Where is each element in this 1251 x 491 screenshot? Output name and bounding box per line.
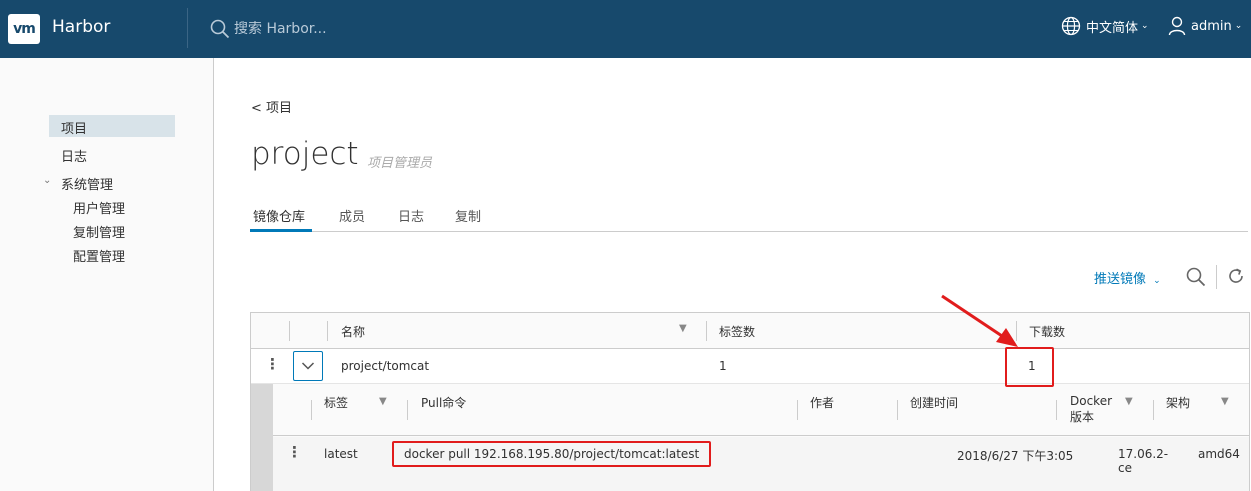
- column-separator: [897, 400, 898, 420]
- tabs-divider: [250, 231, 1248, 232]
- chevron-down-icon: [301, 362, 315, 370]
- search-icon: [210, 19, 230, 39]
- column-header-tag[interactable]: 标签: [324, 394, 348, 411]
- language-switcher[interactable]: 中文简体 ⌄: [1061, 16, 1149, 36]
- chevron-down-icon: ⌄: [1141, 21, 1149, 31]
- back-to-projects-link[interactable]: < 项目: [251, 97, 292, 116]
- tag-table-header: 标签 ▼ Pull命令 作者 创建时间 Docker 版本 ▼ 架构 ▼: [273, 384, 1249, 436]
- sidebar: 项目 日志 ⌄ 系统管理 用户管理 复制管理 配置管理: [0, 58, 214, 491]
- annotation-arrow-icon: [941, 294, 1018, 347]
- global-search: [210, 17, 434, 41]
- column-separator: [1153, 400, 1154, 420]
- column-separator: [289, 321, 290, 341]
- column-separator: [797, 400, 798, 420]
- globe-icon: [1061, 16, 1081, 36]
- tag-count: 1: [719, 359, 727, 373]
- filter-icon[interactable]: ▼: [1221, 396, 1229, 407]
- column-separator: [327, 321, 328, 341]
- search-input[interactable]: [234, 21, 434, 37]
- user-icon: [1168, 16, 1186, 36]
- tab-logs[interactable]: 日志: [398, 206, 424, 225]
- sidebar-item-replication[interactable]: 复制管理: [73, 222, 125, 241]
- table-row[interactable]: ⋮ project/tomcat 1 1: [251, 349, 1249, 384]
- app-brand[interactable]: Harbor: [52, 17, 110, 37]
- pull-count-highlight-box: [1005, 347, 1054, 387]
- tag-subtable-container: 标签 ▼ Pull命令 作者 创建时间 Docker 版本 ▼ 架构 ▼ ⋮ l…: [251, 384, 1249, 491]
- sidebar-item-configuration[interactable]: 配置管理: [73, 246, 125, 265]
- filter-icon[interactable]: ▼: [1125, 396, 1133, 407]
- sidebar-item-users[interactable]: 用户管理: [73, 198, 125, 217]
- docker-version-suffix: ce: [1118, 461, 1132, 475]
- active-tab-indicator: [250, 229, 312, 232]
- expand-row-button[interactable]: [293, 351, 323, 381]
- push-image-label: 推送镜像: [1094, 272, 1147, 287]
- top-header: vm Harbor 中文简体 ⌄ admin ⌄: [0, 0, 1251, 58]
- column-header-name[interactable]: 名称: [341, 323, 365, 340]
- refresh-icon[interactable]: [1227, 267, 1245, 285]
- column-header-version[interactable]: 版本: [1070, 408, 1094, 425]
- row-actions-icon[interactable]: ⋮: [287, 443, 302, 461]
- column-separator: [706, 321, 707, 341]
- pull-command-highlight-box: [392, 441, 711, 467]
- vmware-logo[interactable]: vm: [8, 14, 40, 44]
- column-separator: [1056, 400, 1057, 420]
- sidebar-item-logs[interactable]: 日志: [61, 146, 87, 165]
- column-header-author[interactable]: 作者: [810, 394, 834, 411]
- docker-version: 17.06.2-: [1118, 447, 1169, 461]
- architecture: amd64: [1198, 447, 1240, 461]
- filter-icon[interactable]: ▼: [379, 396, 387, 407]
- tab-repositories[interactable]: 镜像仓库: [253, 206, 305, 225]
- column-header-pull-command[interactable]: Pull命令: [421, 394, 466, 411]
- chevron-down-icon: ⌄: [1234, 21, 1243, 31]
- tag-subtable: 标签 ▼ Pull命令 作者 创建时间 Docker 版本 ▼ 架构 ▼ ⋮ l…: [273, 384, 1249, 491]
- header-divider: [187, 8, 188, 48]
- created-time: 2018/6/27 下午3:05: [957, 449, 1074, 463]
- column-header-tags[interactable]: 标签数: [719, 323, 755, 340]
- column-separator: [311, 400, 312, 420]
- tab-replication[interactable]: 复制: [455, 206, 481, 225]
- column-header-docker[interactable]: Docker: [1070, 394, 1112, 408]
- column-header-created[interactable]: 创建时间: [910, 394, 958, 411]
- tag-name[interactable]: latest: [324, 447, 358, 461]
- column-separator: [407, 400, 408, 420]
- filter-icon[interactable]: ▼: [679, 323, 687, 334]
- toolbar-divider: [1216, 265, 1217, 289]
- repository-name[interactable]: project/tomcat: [341, 359, 429, 373]
- project-role-label: 项目管理员: [367, 156, 433, 171]
- user-menu[interactable]: admin ⌄: [1168, 16, 1242, 36]
- search-icon[interactable]: [1186, 267, 1206, 287]
- chevron-down-icon[interactable]: ⌄: [43, 175, 51, 186]
- row-actions-icon[interactable]: ⋮: [265, 355, 280, 373]
- table-header: 名称 ▼ 标签数 下载数: [251, 313, 1249, 349]
- page-title: project: [251, 136, 359, 172]
- chevron-down-icon: ⌄: [1153, 276, 1161, 286]
- sidebar-group-administration[interactable]: 系统管理: [61, 174, 113, 193]
- column-header-arch[interactable]: 架构: [1166, 394, 1190, 411]
- language-label: 中文简体: [1086, 20, 1139, 36]
- sidebar-item-projects[interactable]: 项目: [61, 118, 87, 137]
- column-header-pulls[interactable]: 下载数: [1029, 323, 1065, 340]
- username-label: admin: [1191, 18, 1232, 34]
- tab-members[interactable]: 成员: [339, 206, 365, 225]
- push-image-button[interactable]: 推送镜像 ⌄: [1094, 268, 1161, 287]
